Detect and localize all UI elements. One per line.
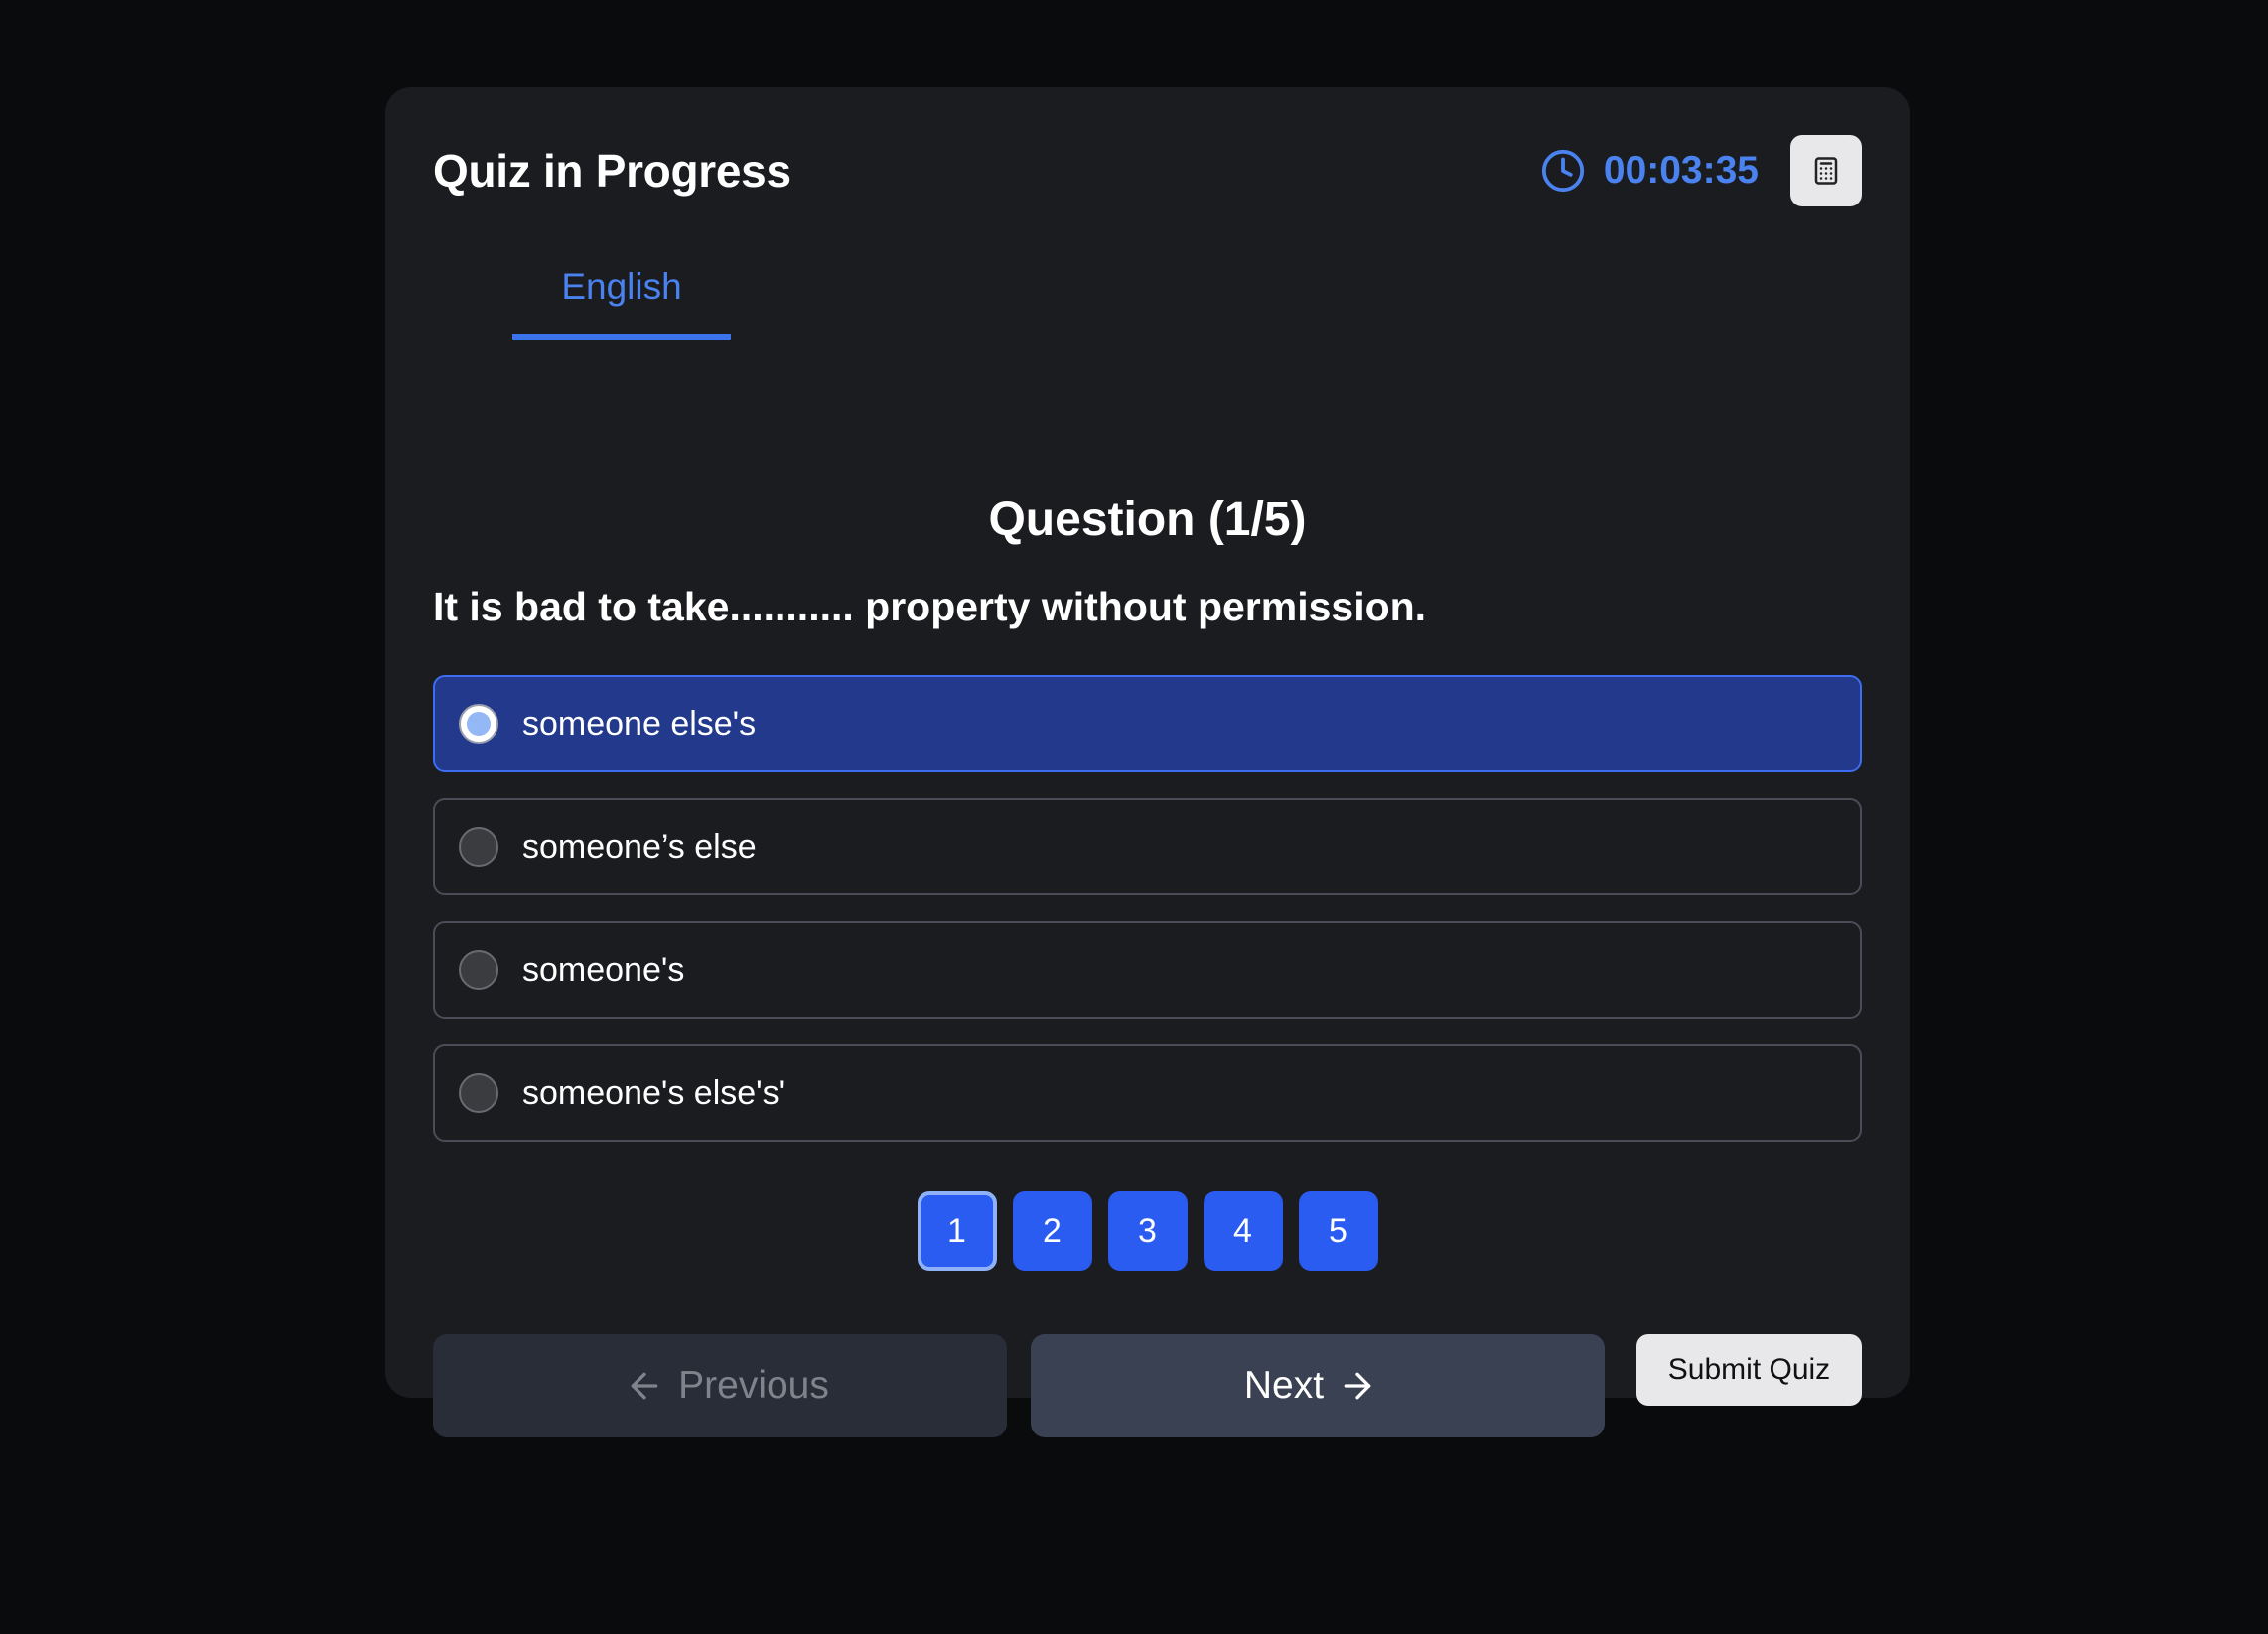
calculator-icon bbox=[1814, 157, 1838, 185]
timer: 00:03:35 bbox=[1540, 148, 1759, 194]
next-label: Next bbox=[1243, 1364, 1325, 1407]
quiz-header: Quiz in Progress 00:03:35 bbox=[433, 135, 1862, 206]
option-label: someone's bbox=[522, 950, 685, 989]
option-2[interactable]: someone’s else bbox=[433, 798, 1862, 895]
arrow-left-icon bbox=[631, 1372, 658, 1400]
option-4[interactable]: someone's else's' bbox=[433, 1044, 1862, 1142]
page-title: Quiz in Progress bbox=[433, 145, 791, 197]
timer-value: 00:03:35 bbox=[1603, 149, 1759, 192]
tab-english[interactable]: English bbox=[512, 266, 731, 340]
radio-button[interactable] bbox=[459, 950, 498, 990]
subject-tabs: English bbox=[512, 266, 731, 340]
quiz-card: Quiz in Progress 00:03:35 English Questi… bbox=[385, 87, 1910, 1437]
previous-label: Previous bbox=[678, 1364, 829, 1407]
previous-button[interactable]: Previous bbox=[433, 1334, 1007, 1437]
question-heading: Question (1/5) bbox=[988, 493, 1307, 546]
arrow-right-icon bbox=[1344, 1372, 1371, 1400]
radio-button[interactable] bbox=[459, 1073, 498, 1113]
radio-button[interactable] bbox=[459, 704, 498, 744]
option-1[interactable]: someone else's bbox=[433, 675, 1862, 772]
header-actions: 00:03:35 bbox=[1540, 135, 1862, 206]
question-text: It is bad to take........... property wi… bbox=[433, 584, 1427, 629]
clock-icon bbox=[1541, 149, 1584, 193]
option-label: someone else's bbox=[522, 704, 757, 743]
option-label: someone’s else bbox=[522, 827, 757, 866]
submit-quiz-button[interactable]: Submit Quiz bbox=[1636, 1334, 1862, 1406]
calculator-button[interactable] bbox=[1790, 135, 1862, 206]
next-button[interactable]: Next bbox=[1031, 1334, 1605, 1437]
option-3[interactable]: someone's bbox=[433, 921, 1862, 1019]
navigation-row: Previous Next Submit Quiz bbox=[433, 1247, 1862, 1437]
radio-button[interactable] bbox=[459, 827, 498, 867]
option-label: someone's else's' bbox=[522, 1073, 786, 1112]
